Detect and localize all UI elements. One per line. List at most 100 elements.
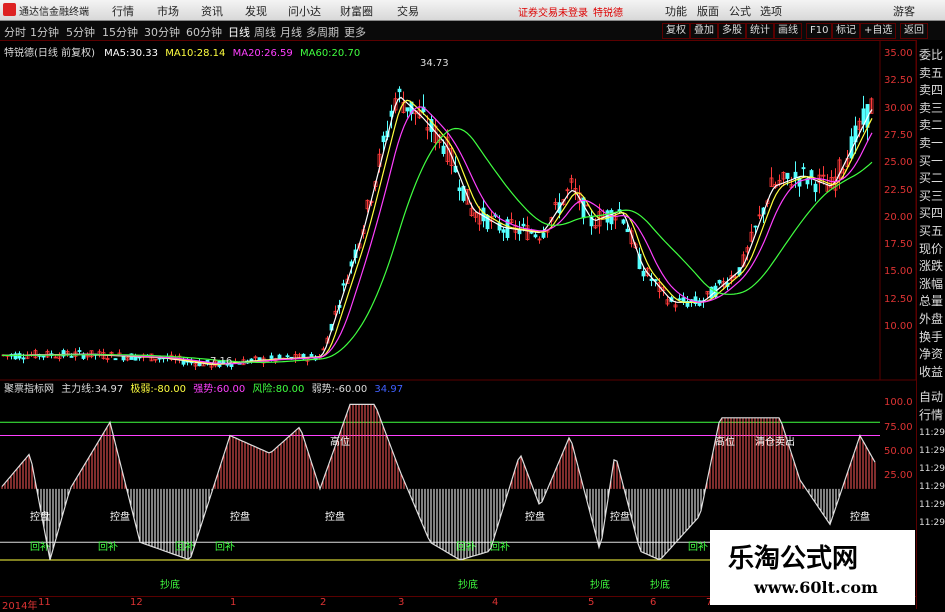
quote-field-label[interactable]: 换手 — [919, 328, 943, 345]
quote-field-label[interactable]: 卖四 — [919, 81, 943, 98]
indicator-tag-control: 控盘 — [610, 510, 630, 523]
x-tick: 4 — [492, 597, 499, 608]
button-fanhui[interactable]: 返回 — [900, 23, 928, 39]
quote-field-label[interactable]: 卖一 — [919, 134, 943, 151]
ma10-label: MA10: — [165, 48, 197, 59]
candle-body — [41, 355, 46, 358]
candle-body — [181, 360, 186, 365]
watermark-title: 乐淘公式网 — [728, 544, 859, 574]
candle-body — [793, 171, 798, 179]
candle-body — [441, 145, 446, 154]
ma5-label: MA5: — [104, 48, 130, 59]
ruoshi-label: 弱势: — [311, 384, 335, 395]
current-stock-name: 特锐德 — [593, 8, 623, 19]
candle-body — [157, 357, 162, 360]
main-ytick: 12.50 — [884, 293, 913, 305]
candle-body — [801, 167, 806, 170]
button-diejia[interactable]: 叠加 — [690, 23, 718, 39]
x-tick: 6 — [650, 597, 657, 608]
x-tick: 12 — [130, 597, 143, 608]
candle-body — [309, 354, 314, 357]
period-15min[interactable]: 15分钟 — [102, 24, 138, 40]
quote-field-label[interactable]: 委比 — [919, 46, 943, 63]
quote-field-label[interactable]: 卖三 — [919, 99, 943, 116]
quote-field-label[interactable]: 收益 — [919, 363, 943, 380]
quote-field-label[interactable]: 总量 — [919, 292, 943, 309]
quote-field-label[interactable]: 买二 — [919, 169, 943, 186]
fengxian-value: 80.00 — [275, 384, 305, 395]
menu-xuanxiang[interactable]: 选项 — [760, 3, 782, 19]
menu-shichang[interactable]: 市场 — [157, 3, 179, 19]
ma20-value: 26.59 — [264, 48, 293, 59]
indicator-tag-pullback: 回补 — [215, 540, 235, 553]
quote-field-label[interactable]: 涨幅 — [919, 275, 943, 292]
indicator-tag-top: 高位 — [330, 435, 350, 448]
period-30min[interactable]: 30分钟 — [144, 24, 180, 40]
x-tick: 2 — [320, 597, 327, 608]
menu-gongshi[interactable]: 公式 — [729, 3, 751, 19]
period-more[interactable]: 更多 — [344, 24, 366, 40]
right-quote-panel: 委比 卖五 卖四 卖三 卖二 卖一 买一 买二 买三 买四 买五 现价 涨跌 涨幅 总量 外盘 换手 净资 收益自动… — [916, 40, 945, 609]
period-fenshi[interactable]: 分时 — [4, 24, 26, 40]
candle-body — [501, 229, 506, 233]
ind-ytick: 75.00 — [884, 422, 913, 433]
candle-body — [621, 219, 626, 224]
quote-field-label[interactable]: 卖五 — [919, 64, 943, 81]
guest-label[interactable]: 游客 — [893, 3, 915, 19]
qiangshi-value: 60.00 — [216, 384, 246, 395]
kline-chart[interactable]: 控盘 控盘 控盘 控盘 控盘 控盘 控盘回补 回补 回补 回补 回补 回补 回补抄底 抄底 抄底 抄底高位 高位… — [0, 40, 916, 600]
period-60min[interactable]: 60分钟 — [186, 24, 222, 40]
ruoshi-value: -60.00 — [334, 384, 368, 395]
zhuli-label: 主力线: — [61, 384, 95, 395]
button-huaxian[interactable]: 画线 — [774, 23, 802, 39]
period-5min[interactable]: 5分钟 — [66, 24, 95, 40]
candle-body — [813, 183, 818, 193]
menu-banmian[interactable]: 版面 — [697, 3, 719, 19]
quote-field-label[interactable]: 自动 — [919, 388, 943, 405]
quote-field-label[interactable]: 买五 — [919, 222, 943, 239]
period-daily[interactable]: 日线 — [228, 24, 250, 40]
button-zixuan[interactable]: +自选 — [860, 23, 897, 39]
indicator-tag-control: 控盘 — [525, 510, 545, 523]
candle-body — [529, 231, 534, 234]
menu-hangqing[interactable]: 行情 — [112, 3, 134, 19]
button-fuquan[interactable]: 复权 — [662, 23, 690, 39]
menu-gongneng[interactable]: 功能 — [665, 3, 687, 19]
period-1min[interactable]: 1分钟 — [30, 24, 59, 40]
quote-field-label[interactable]: 行情 — [919, 406, 943, 423]
indicator-tag-pullback: 回补 — [98, 540, 118, 553]
quote-field-label[interactable]: 现价 — [919, 240, 943, 257]
button-biaoji[interactable]: 标记 — [832, 23, 860, 39]
x-tick: 5 — [588, 597, 595, 608]
main-chart-legend: 特锐德(日线 前复权) MA5:30.33 MA10:28.14 MA20:26… — [4, 44, 360, 59]
menu-wenxiaoda[interactable]: 问小达 — [288, 3, 321, 19]
period-weekly[interactable]: 周线 — [254, 24, 276, 40]
button-f10[interactable]: F10 — [806, 23, 833, 39]
menu-jiaoyi[interactable]: 交易 — [397, 3, 419, 19]
period-multi[interactable]: 多周期 — [306, 24, 339, 40]
main-ytick: 17.50 — [884, 239, 913, 251]
candle-body — [697, 300, 702, 306]
quote-field-label[interactable]: 卖二 — [919, 116, 943, 133]
menu-faxian[interactable]: 发现 — [245, 3, 267, 19]
menu-caifuquan[interactable]: 财富圈 — [340, 3, 373, 19]
candle-body — [113, 358, 118, 361]
indicator-tag-control: 控盘 — [230, 510, 250, 523]
time-tick: 11:29 — [919, 464, 945, 474]
quote-field-label[interactable]: 涨跌 — [919, 257, 943, 274]
quote-field-label[interactable]: 买三 — [919, 187, 943, 204]
login-warning[interactable]: 证券交易未登录 — [518, 4, 588, 19]
quote-field-label[interactable]: 买一 — [919, 152, 943, 169]
quote-field-label[interactable]: 买四 — [919, 204, 943, 221]
candle-body — [341, 283, 346, 286]
menu-zixun[interactable]: 资讯 — [201, 3, 223, 19]
ma5-value: 30.33 — [129, 48, 159, 59]
quote-field-label[interactable]: 净资 — [919, 345, 943, 362]
period-monthly[interactable]: 月线 — [280, 24, 302, 40]
button-duogu[interactable]: 多股 — [718, 23, 746, 39]
period-toolbar: 分时 1分钟 5分钟 15分钟 30分钟 60分钟 日线 周线 月线 多周期 更… — [0, 21, 945, 41]
main-ytick: 20.00 — [884, 211, 913, 223]
quote-field-label[interactable]: 外盘 — [919, 310, 943, 327]
candle-body — [785, 172, 790, 179]
button-tongji[interactable]: 统计 — [746, 23, 774, 39]
